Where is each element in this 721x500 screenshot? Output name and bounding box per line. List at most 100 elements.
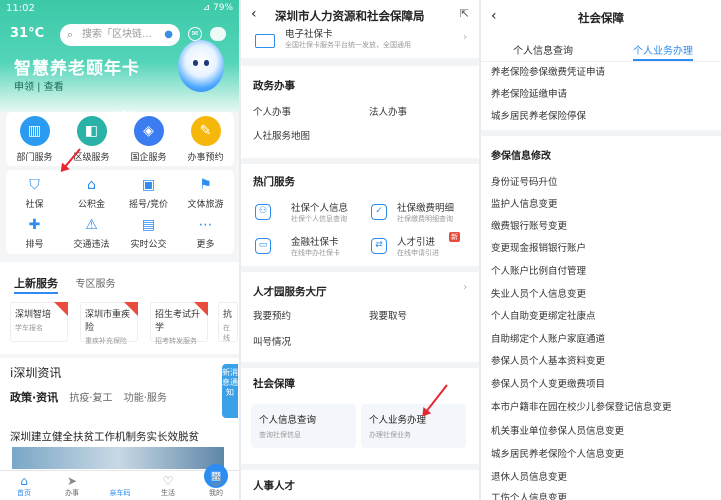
service-social-security[interactable]: ⛉ 社保 (6, 176, 63, 210)
social-title: 个人业务办理 (369, 415, 427, 426)
hot-section: 热门服务 ⚇ 社保个人信息 社保个人信息查询 ✓ 社保缴费明细 社保缴费明细查询… (241, 164, 479, 266)
talent-calling[interactable]: 叫号情况 (253, 334, 291, 348)
hr-section: 人事人才 (241, 470, 479, 500)
list-item[interactable]: 参保人员个人变更缴费项目 (491, 376, 605, 390)
avatar[interactable] (210, 27, 226, 41)
status-time: 11:02 (6, 3, 35, 14)
section-title: 人事人才 (253, 480, 295, 492)
list-item[interactable]: 身份证号码升位 (491, 174, 558, 188)
page-title: 深圳市人力资源和社会保障局 (275, 9, 425, 23)
tab-info-query[interactable]: 个人信息查询 (513, 42, 573, 57)
tab-new-services[interactable]: 上新服务 (14, 277, 58, 294)
service-card[interactable]: 抗在线 (218, 302, 238, 342)
service-department[interactable]: ▥ 部门服务 (6, 116, 63, 163)
card-sub: 重疾补充保险 (85, 337, 127, 345)
heart-icon: ♡ (162, 474, 174, 488)
list-item[interactable]: 养老保险参保缴费凭证申请 (491, 64, 605, 78)
hot-sub: 社保个人信息查询 (291, 215, 347, 223)
search-input[interactable]: ⌕ 搜索「区块链… ● (60, 24, 180, 46)
banner-subtitle[interactable]: 申领 | 查看 (14, 78, 64, 93)
send-icon: ➤ (66, 474, 78, 488)
tab-life[interactable]: ♡ 生活 (144, 474, 192, 498)
tab-label: 我的 (209, 489, 223, 497)
tab-home[interactable]: ⌂ 首页 (0, 474, 48, 498)
service-card[interactable]: 深圳智培 学车报名 (10, 302, 68, 342)
news-tab-policy[interactable]: 政策·资讯 (10, 391, 58, 404)
new-badge: 新 (449, 232, 460, 242)
side-tag[interactable]: 新消息通知 (222, 364, 238, 418)
list-item[interactable]: 个人账户比例自付管理 (491, 263, 586, 277)
tab-code[interactable]: ▦ 亲车码 (96, 464, 228, 498)
chevron-right-icon: › (463, 32, 467, 43)
plus-icon: ✚ (28, 217, 41, 233)
tab-mine[interactable]: ☺ 我的 (192, 474, 239, 498)
share-icon[interactable]: ⇱ (460, 7, 469, 20)
gov-legal[interactable]: 法人办事 (369, 104, 407, 118)
list-item[interactable]: 监护人信息变更 (491, 196, 558, 210)
news-tab-function[interactable]: 功能·服务 (124, 393, 167, 404)
list-item[interactable]: 养老保险延缴申请 (491, 86, 567, 100)
microphone-icon[interactable]: ● (164, 24, 173, 46)
service-queue[interactable]: ✚ 排号 (6, 216, 63, 250)
news-tab-epidemic[interactable]: 抗疫·复工 (69, 393, 112, 404)
service-traffic[interactable]: ⚠ 交通违法 (63, 216, 120, 250)
service-soe[interactable]: ◈ 国企服务 (120, 116, 177, 163)
service-bus[interactable]: ▤ 实时公交 (120, 216, 177, 250)
hot-title: 社保缴费明细 (397, 203, 455, 214)
list-item-highlight[interactable]: 个人自助变更绑定社康点 (491, 308, 596, 322)
section-title: 政务办事 (253, 80, 295, 92)
back-icon[interactable]: ‹ (251, 6, 257, 22)
card-icon (255, 34, 275, 48)
services-tabs: 上新服务 专区服务 (14, 275, 116, 294)
service-housing-fund[interactable]: ⌂ 公积金 (63, 176, 120, 210)
list-item[interactable]: 机关事业单位参保人员信息变更 (491, 423, 624, 437)
talent-ticket[interactable]: 我要取号 (369, 308, 407, 322)
person-icon: ⚇ (255, 204, 271, 220)
hot-sub: 社保缴费明细查询 (397, 215, 453, 223)
service-culture[interactable]: ⚑ 文体旅游 (177, 176, 234, 210)
notification-icon[interactable]: ✉ (188, 27, 202, 41)
social-query-button[interactable]: 个人信息查询 查询社保信息 (251, 404, 356, 448)
hr-bureau-screen: ‹ 深圳市人力资源和社会保障局 ⇱ 电子社保卡 全国社保卡服务平台统一发放，全国… (241, 0, 479, 500)
card-title: 抗 (223, 310, 233, 320)
list-item[interactable]: 失业人员个人信息变更 (491, 286, 586, 300)
service-card[interactable]: 招生考试升学 招考转发服务 (150, 302, 208, 345)
service-appointment[interactable]: ✎ 办事预约 (177, 116, 234, 163)
tabs: 个人信息查询 个人业务办理 (481, 36, 721, 62)
weather-temp: 31°C (10, 26, 45, 41)
app-home-screen: 11:02 ⊿ 79% 31°C ⌕ 搜索「区块链… ● ✉ 智慧养老颐年卡 申… (0, 0, 239, 500)
service-more[interactable]: ⋯ 更多 (177, 216, 234, 250)
back-icon[interactable]: ‹ (491, 8, 497, 24)
list-item[interactable]: 退休人员信息变更 (491, 469, 567, 483)
ecard-row[interactable]: 电子社保卡 全国社保卡服务平台统一发放，全国通用 › (241, 29, 479, 58)
list-item[interactable]: 参保人员个人基本资料变更 (491, 353, 605, 367)
list-item[interactable]: 缴费银行账号变更 (491, 218, 567, 232)
soe-icon: ◈ (133, 116, 164, 146)
list-item[interactable]: 城乡居民养老保险停保 (491, 108, 586, 122)
news-image[interactable] (12, 447, 224, 469)
news-headline[interactable]: 深圳建立健全扶贫工作机制务实长效脱贫 (10, 429, 199, 444)
section-title: 热门服务 (253, 176, 295, 188)
tab-zone-services[interactable]: 专区服务 (76, 279, 116, 290)
talent-appointment[interactable]: 我要预约 (253, 308, 291, 322)
social-business-button[interactable]: 个人业务办理 办理社保业务 (361, 404, 466, 448)
service-card[interactable]: 深圳市重疾险 重疾补充保险 (80, 302, 138, 345)
list-item[interactable]: 工伤个人信息变更 (491, 490, 567, 500)
house-icon: ⌂ (87, 177, 96, 193)
gov-personal[interactable]: 个人办事 (253, 104, 291, 118)
tab-business[interactable]: 个人业务办理 (633, 42, 693, 57)
news-header: i深圳资讯 (10, 366, 62, 380)
ecard-sub: 全国社保卡服务平台统一发放，全国通用 (285, 41, 411, 49)
service-label: 更多 (196, 240, 215, 250)
tab-service[interactable]: ➤ 办事 (48, 474, 96, 498)
nav-bar: ‹ 深圳市人力资源和社会保障局 ⇱ (241, 0, 479, 30)
list-item[interactable]: 本市户籍非在园在校少儿参保登记信息变更 (491, 399, 672, 413)
service-car-lottery[interactable]: ▣ 摇号/竞价 (120, 176, 177, 210)
chevron-right-icon[interactable]: › (463, 282, 467, 293)
service-label: 文体旅游 (187, 200, 224, 210)
gov-map[interactable]: 人社服务地图 (253, 128, 310, 142)
list-item[interactable]: 自助绑定个人账户家庭通道 (491, 331, 605, 345)
list-item[interactable]: 变更现金报销银行账户 (491, 240, 586, 254)
card-sub: 学车报名 (15, 324, 43, 332)
list-item[interactable]: 城乡居民养老保险个人信息变更 (491, 446, 624, 460)
